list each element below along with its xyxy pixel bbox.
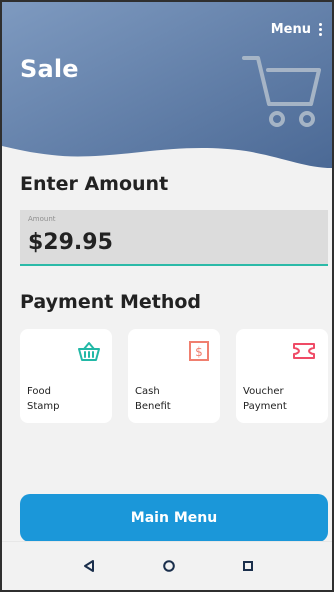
menu-button[interactable]: Menu	[271, 22, 322, 37]
dollar-icon: $	[189, 341, 209, 361]
basket-icon	[78, 342, 100, 361]
main-menu-button[interactable]: Main Menu	[20, 494, 328, 542]
ticket-icon	[293, 343, 315, 359]
payment-option-cash-benefit[interactable]: $ Cash Benefit	[128, 329, 220, 423]
amount-value: $29.95	[28, 230, 113, 255]
payment-option-food-stamp[interactable]: Food Stamp	[20, 329, 112, 423]
amount-field-label: Amount	[28, 215, 56, 223]
device-frame: Sale Menu Enter Amount Amount $29.95 Pay…	[0, 0, 334, 592]
amount-field[interactable]: Amount $29.95	[20, 210, 328, 266]
payment-option-label: Voucher Payment	[243, 386, 287, 412]
payment-methods: Food Stamp $ Cash Benefit Voucher Paymen…	[20, 329, 328, 423]
payment-option-label: Food Stamp	[27, 386, 60, 412]
payment-option-voucher-payment[interactable]: Voucher Payment	[236, 329, 328, 423]
back-icon[interactable]	[79, 556, 99, 576]
shopping-cart-icon	[242, 56, 321, 127]
home-icon[interactable]	[159, 556, 179, 576]
menu-label: Menu	[270, 22, 311, 37]
recent-apps-icon[interactable]	[238, 556, 258, 576]
payment-option-label: Cash Benefit	[135, 386, 171, 412]
header: Sale Menu	[2, 2, 332, 172]
svg-text:$: $	[195, 345, 203, 359]
payment-method-title: Payment Method	[20, 291, 202, 313]
kebab-icon	[319, 23, 322, 36]
system-navigation-bar	[2, 541, 332, 590]
enter-amount-title: Enter Amount	[20, 173, 169, 195]
page-title: Sale	[20, 55, 79, 83]
